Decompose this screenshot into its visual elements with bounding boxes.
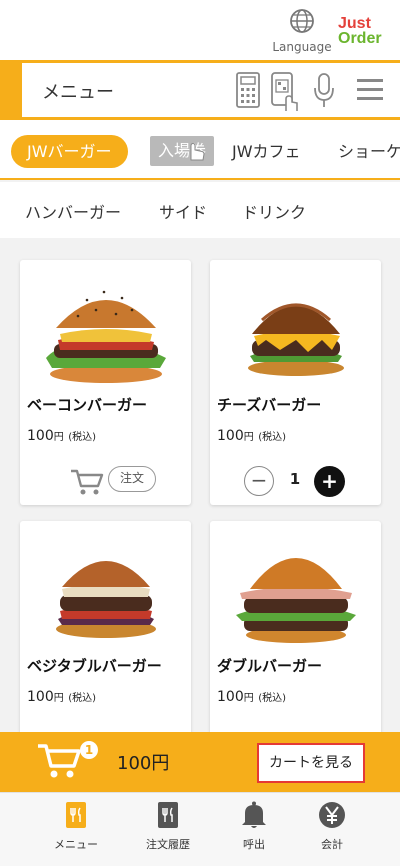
- page-title: メニュー: [42, 82, 114, 103]
- price-currency: 円: [53, 432, 64, 443]
- language-selector[interactable]: Language: [272, 8, 332, 54]
- hand-cursor-icon: [190, 142, 205, 161]
- price-value: 100: [217, 428, 244, 444]
- price-tax: (税込): [258, 693, 286, 704]
- nav-checkout[interactable]: 会計: [292, 801, 372, 852]
- cheese-burger-image: [248, 303, 344, 376]
- price-tax: (税込): [258, 432, 286, 443]
- quantity-value: 1: [289, 470, 301, 488]
- qr-scan-icon[interactable]: [270, 71, 300, 113]
- nav-checkout-label: 会計: [321, 838, 343, 851]
- price-value: 100: [217, 689, 244, 705]
- subtab-drink[interactable]: ドリンク: [242, 199, 306, 223]
- menu-bar: メニュー: [0, 60, 400, 120]
- microphone-icon[interactable]: [313, 71, 335, 111]
- nav-menu-label: メニュー: [54, 838, 98, 851]
- just-order-logo: Just Order: [338, 15, 396, 47]
- double-burger-image: [236, 558, 356, 643]
- yen-icon: [319, 802, 345, 828]
- product-card-vegetable-burger[interactable]: ベジタブルバーガー 100円 (税込): [20, 521, 191, 732]
- order-row: 注文: [20, 464, 191, 498]
- language-label: Language: [272, 40, 332, 54]
- product-price: 100円 (税込): [217, 689, 286, 705]
- cart-count-badge: 1: [80, 741, 98, 759]
- order-history-icon: [158, 802, 178, 828]
- nav-order-history[interactable]: 注文履歴: [128, 801, 208, 852]
- calculator-icon[interactable]: [235, 71, 261, 109]
- price-currency: 円: [243, 432, 254, 443]
- quantity-stepper: − 1 +: [210, 464, 381, 498]
- subtab-hamburger[interactable]: ハンバーガー: [25, 199, 121, 223]
- product-card-cheese-burger[interactable]: チーズバーガー 100円 (税込) − 1 +: [210, 260, 381, 505]
- price-value: 100: [27, 428, 54, 444]
- price-tax: (税込): [68, 432, 96, 443]
- hamburger-menu-icon[interactable]: [356, 77, 384, 103]
- subcategory-tabs: ハンバーガー サイド ドリンク: [0, 182, 400, 238]
- price-value: 100: [27, 689, 54, 705]
- bottom-navigation: メニュー 注文履歴 呼出 会計: [0, 792, 400, 866]
- nav-call-label: 呼出: [243, 838, 265, 851]
- view-cart-button[interactable]: カートを見る: [257, 743, 365, 783]
- tab-showcase[interactable]: ショーケース: [338, 135, 400, 168]
- price-tax: (税込): [68, 693, 96, 704]
- nav-order-history-label: 注文履歴: [146, 838, 190, 851]
- logo-line1: Just: [338, 15, 371, 32]
- product-price: 100円 (税込): [27, 428, 96, 444]
- bacon-burger-image: [46, 290, 166, 383]
- cart-total: 100円: [117, 753, 170, 774]
- product-name: ベジタブルバーガー: [27, 657, 162, 675]
- order-button[interactable]: 注文: [108, 466, 156, 492]
- subtab-side[interactable]: サイド: [159, 199, 207, 223]
- price-currency: 円: [243, 693, 254, 704]
- price-currency: 円: [53, 693, 64, 704]
- logo-line2: Order: [338, 30, 382, 47]
- tab-jw-burger[interactable]: JWバーガー: [11, 135, 128, 168]
- increase-quantity-button[interactable]: +: [314, 466, 345, 497]
- product-price: 100円 (税込): [217, 428, 286, 444]
- cart-bar: 1 100円 カートを見る: [0, 732, 400, 792]
- product-price: 100円 (税込): [27, 689, 96, 705]
- top-bar: Language Just Order: [0, 0, 400, 60]
- product-grid: ベーコンバーガー 100円 (税込) 注文 チーズバーガー 100円 (税込) …: [0, 240, 400, 732]
- product-name: ダブルバーガー: [217, 657, 323, 675]
- add-to-cart-icon[interactable]: [70, 468, 104, 496]
- product-name: チーズバーガー: [217, 396, 322, 414]
- nav-menu[interactable]: メニュー: [36, 801, 116, 852]
- globe-icon: [290, 9, 314, 33]
- vegetable-burger-image: [56, 561, 156, 638]
- decrease-quantity-button[interactable]: −: [244, 466, 274, 496]
- nav-call[interactable]: 呼出: [214, 801, 294, 852]
- menu-book-icon: [66, 802, 86, 828]
- menu-bar-accent: [0, 60, 22, 120]
- cart-icon[interactable]: [36, 740, 82, 780]
- product-card-double-burger[interactable]: ダブルバーガー 100円 (税込): [210, 521, 381, 732]
- tab-jw-cafe[interactable]: JWカフェ: [232, 135, 301, 168]
- product-name: ベーコンバーガー: [27, 396, 148, 414]
- product-card-bacon-burger[interactable]: ベーコンバーガー 100円 (税込) 注文: [20, 260, 191, 505]
- bell-icon: [242, 801, 266, 828]
